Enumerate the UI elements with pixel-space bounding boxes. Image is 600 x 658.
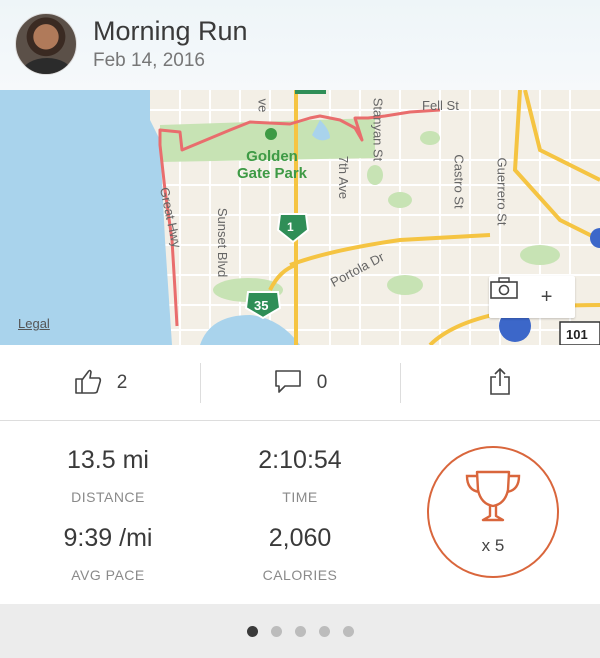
stats-panel: 13.5 mi DISTANCE 2:10:54 TIME 9:39 /mi A… [0, 421, 600, 604]
time-label: TIME [282, 489, 318, 505]
avatar[interactable] [15, 13, 77, 75]
kudos-count: 2 [116, 372, 128, 393]
action-bar: 2 0 [0, 345, 600, 421]
pace-label: AVG PACE [71, 567, 145, 583]
street-label: Sunset Blvd [215, 207, 231, 278]
comment-count: 0 [316, 372, 328, 393]
street-label: ve [255, 98, 271, 113]
page-indicator [0, 604, 600, 658]
time-stat: 2:10:54 TIME [220, 446, 380, 505]
time-value: 2:10:54 [258, 446, 342, 474]
trophy-icon [463, 468, 523, 537]
achievements-badge[interactable]: x 5 [427, 446, 559, 578]
calories-label: CALORIES [262, 567, 338, 583]
park-label: Golden Gate Park [236, 148, 308, 182]
activity-header: Morning Run Feb 14, 2016 [0, 0, 600, 90]
street-label: Stanyan St [370, 97, 386, 162]
distance-label: DISTANCE [71, 489, 145, 505]
plus-icon: + [540, 285, 553, 308]
thumbs-up-icon [73, 367, 103, 400]
share-icon [487, 366, 513, 401]
calories-stat: 2,060 CALORIES [220, 524, 380, 583]
add-photo-button[interactable]: + [489, 276, 575, 318]
pace-value: 9:39 /mi [63, 524, 153, 552]
pager-dot[interactable] [270, 626, 282, 637]
pace-stat: 9:39 /mi AVG PACE [28, 524, 188, 583]
activity-date: Feb 14, 2016 [93, 50, 205, 71]
street-label: Castro St [451, 154, 467, 209]
highway-shield-label: 1 [287, 220, 294, 234]
pager-dots [0, 626, 600, 637]
calories-value: 2,060 [268, 524, 332, 552]
pager-dot[interactable] [318, 626, 330, 637]
highway-shield-label: 101 [566, 327, 588, 342]
pager-dot[interactable] [246, 626, 258, 637]
highway-shield-label: 35 [254, 298, 269, 313]
achievement-count: x 5 [481, 536, 505, 555]
pager-dot[interactable] [294, 626, 306, 637]
map-legal-link[interactable]: Legal [18, 316, 50, 331]
pager-dot[interactable] [342, 626, 354, 637]
distance-value: 13.5 mi [67, 446, 149, 474]
activity-title: Morning Run [93, 16, 248, 46]
distance-stat: 13.5 mi DISTANCE [28, 446, 188, 505]
street-label: 7th Ave [336, 155, 352, 200]
share-button[interactable] [400, 345, 600, 421]
route-map[interactable]: Golden Gate Park ve Fell St Stanyan St 7… [0, 90, 600, 345]
comment-button[interactable]: 0 [200, 345, 400, 421]
kudos-button[interactable]: 2 [0, 345, 200, 421]
comment-icon [273, 367, 303, 400]
street-label: Fell St [422, 98, 459, 113]
street-label: Guerrero St [494, 157, 510, 226]
